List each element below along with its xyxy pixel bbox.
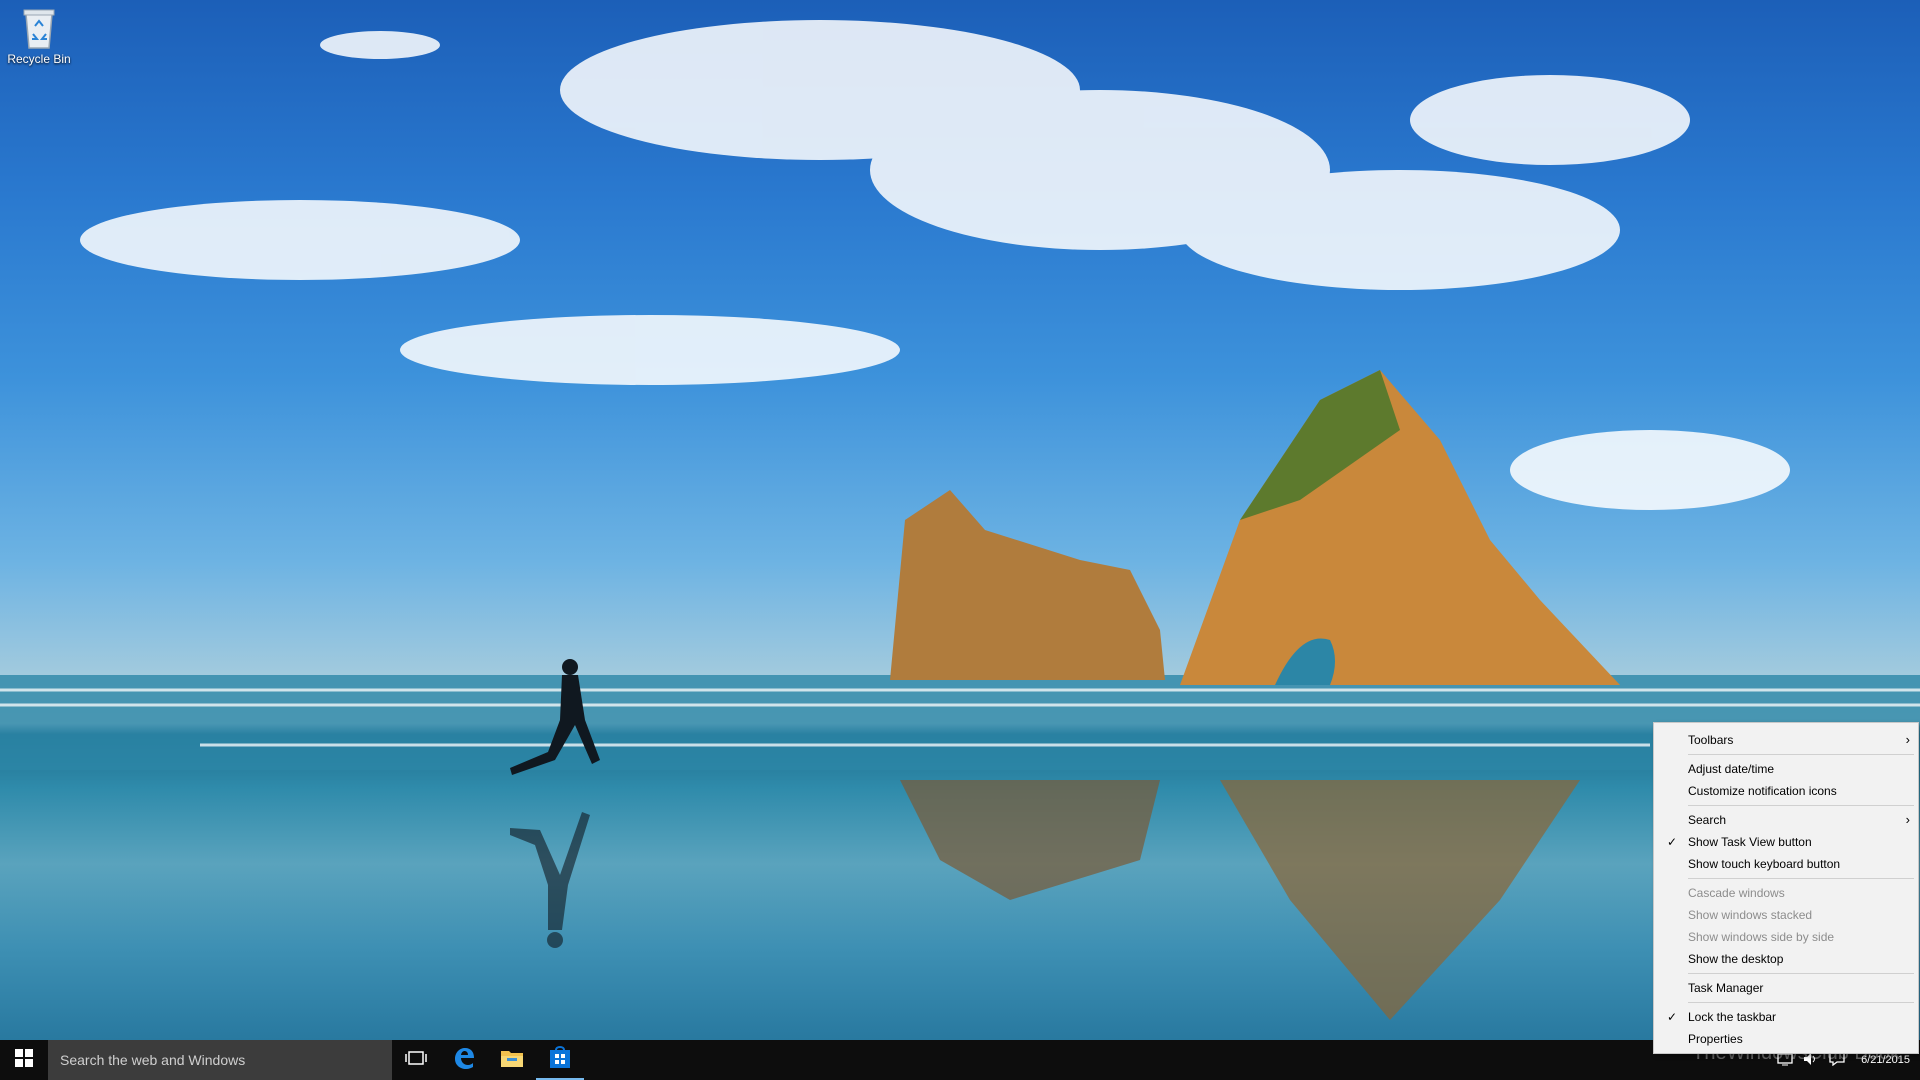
menu-item-label: Task Manager [1688, 981, 1764, 995]
windows-logo-icon [15, 1048, 33, 1072]
checkmark-icon: ✓ [1667, 1010, 1678, 1024]
file-explorer-button[interactable] [488, 1040, 536, 1080]
menu-separator [1688, 878, 1914, 879]
menu-item-label: Customize notification icons [1688, 784, 1837, 798]
menu-item-label: Adjust date/time [1688, 762, 1775, 776]
menu-item-adjust-date-time[interactable]: Adjust date/time [1654, 758, 1918, 780]
store-button[interactable] [536, 1040, 584, 1080]
menu-item-properties[interactable]: Properties [1654, 1028, 1918, 1050]
menu-separator [1688, 754, 1914, 755]
menu-item-search[interactable]: Search › [1654, 809, 1918, 831]
recycle-bin-shortcut[interactable]: Recycle Bin [4, 6, 74, 66]
menu-item-label: Lock the taskbar [1688, 1010, 1777, 1024]
menu-separator [1688, 1002, 1914, 1003]
recycle-bin-icon [20, 6, 58, 50]
menu-item-show-windows-side-by-side: Show windows side by side [1654, 926, 1918, 948]
task-view-icon [405, 1049, 427, 1072]
menu-item-show-the-desktop[interactable]: Show the desktop [1654, 948, 1918, 970]
menu-item-label: Show Task View button [1688, 835, 1812, 849]
menu-item-label: Show windows side by side [1688, 930, 1835, 944]
checkmark-icon: ✓ [1667, 835, 1678, 849]
search-placeholder: Search the web and Windows [60, 1052, 246, 1068]
menu-separator [1688, 805, 1914, 806]
menu-item-label: Show touch keyboard button [1688, 857, 1841, 871]
search-box[interactable]: Search the web and Windows [48, 1040, 392, 1080]
folder-icon [500, 1048, 524, 1073]
menu-item-customize-notification-icons[interactable]: Customize notification icons [1654, 780, 1918, 802]
menu-item-show-task-view-button[interactable]: ✓ Show Task View button [1654, 831, 1918, 853]
menu-item-label: Show the desktop [1688, 952, 1784, 966]
menu-item-show-windows-stacked: Show windows stacked [1654, 904, 1918, 926]
menu-item-cascade-windows: Cascade windows [1654, 882, 1918, 904]
taskbar[interactable]: Search the web and Windows 6/21/2015 [0, 1040, 1920, 1080]
menu-item-task-manager[interactable]: Task Manager [1654, 977, 1918, 999]
submenu-arrow-icon: › [1905, 812, 1910, 827]
menu-item-label: Cascade windows [1688, 886, 1785, 900]
menu-item-lock-the-taskbar[interactable]: ✓ Lock the taskbar [1654, 1006, 1918, 1028]
menu-item-label: Show windows stacked [1688, 908, 1813, 922]
edge-button[interactable] [440, 1040, 488, 1080]
submenu-arrow-icon: › [1905, 732, 1910, 747]
menu-item-show-touch-keyboard-button[interactable]: Show touch keyboard button [1654, 853, 1918, 875]
store-icon [548, 1045, 572, 1074]
menu-item-label: Search [1688, 813, 1727, 827]
task-view-button[interactable] [392, 1040, 440, 1080]
menu-separator [1688, 973, 1914, 974]
menu-item-toolbars[interactable]: Toolbars › [1654, 729, 1918, 751]
start-button[interactable] [0, 1040, 48, 1080]
menu-item-label: Toolbars [1688, 733, 1734, 747]
menu-item-label: Properties [1688, 1032, 1743, 1046]
taskbar-context-menu: Toolbars › Adjust date/time Customize notif… [1653, 722, 1919, 1054]
edge-icon [452, 1046, 476, 1075]
desktop-wallpaper [0, 0, 1920, 1080]
recycle-bin-label: Recycle Bin [7, 52, 71, 66]
